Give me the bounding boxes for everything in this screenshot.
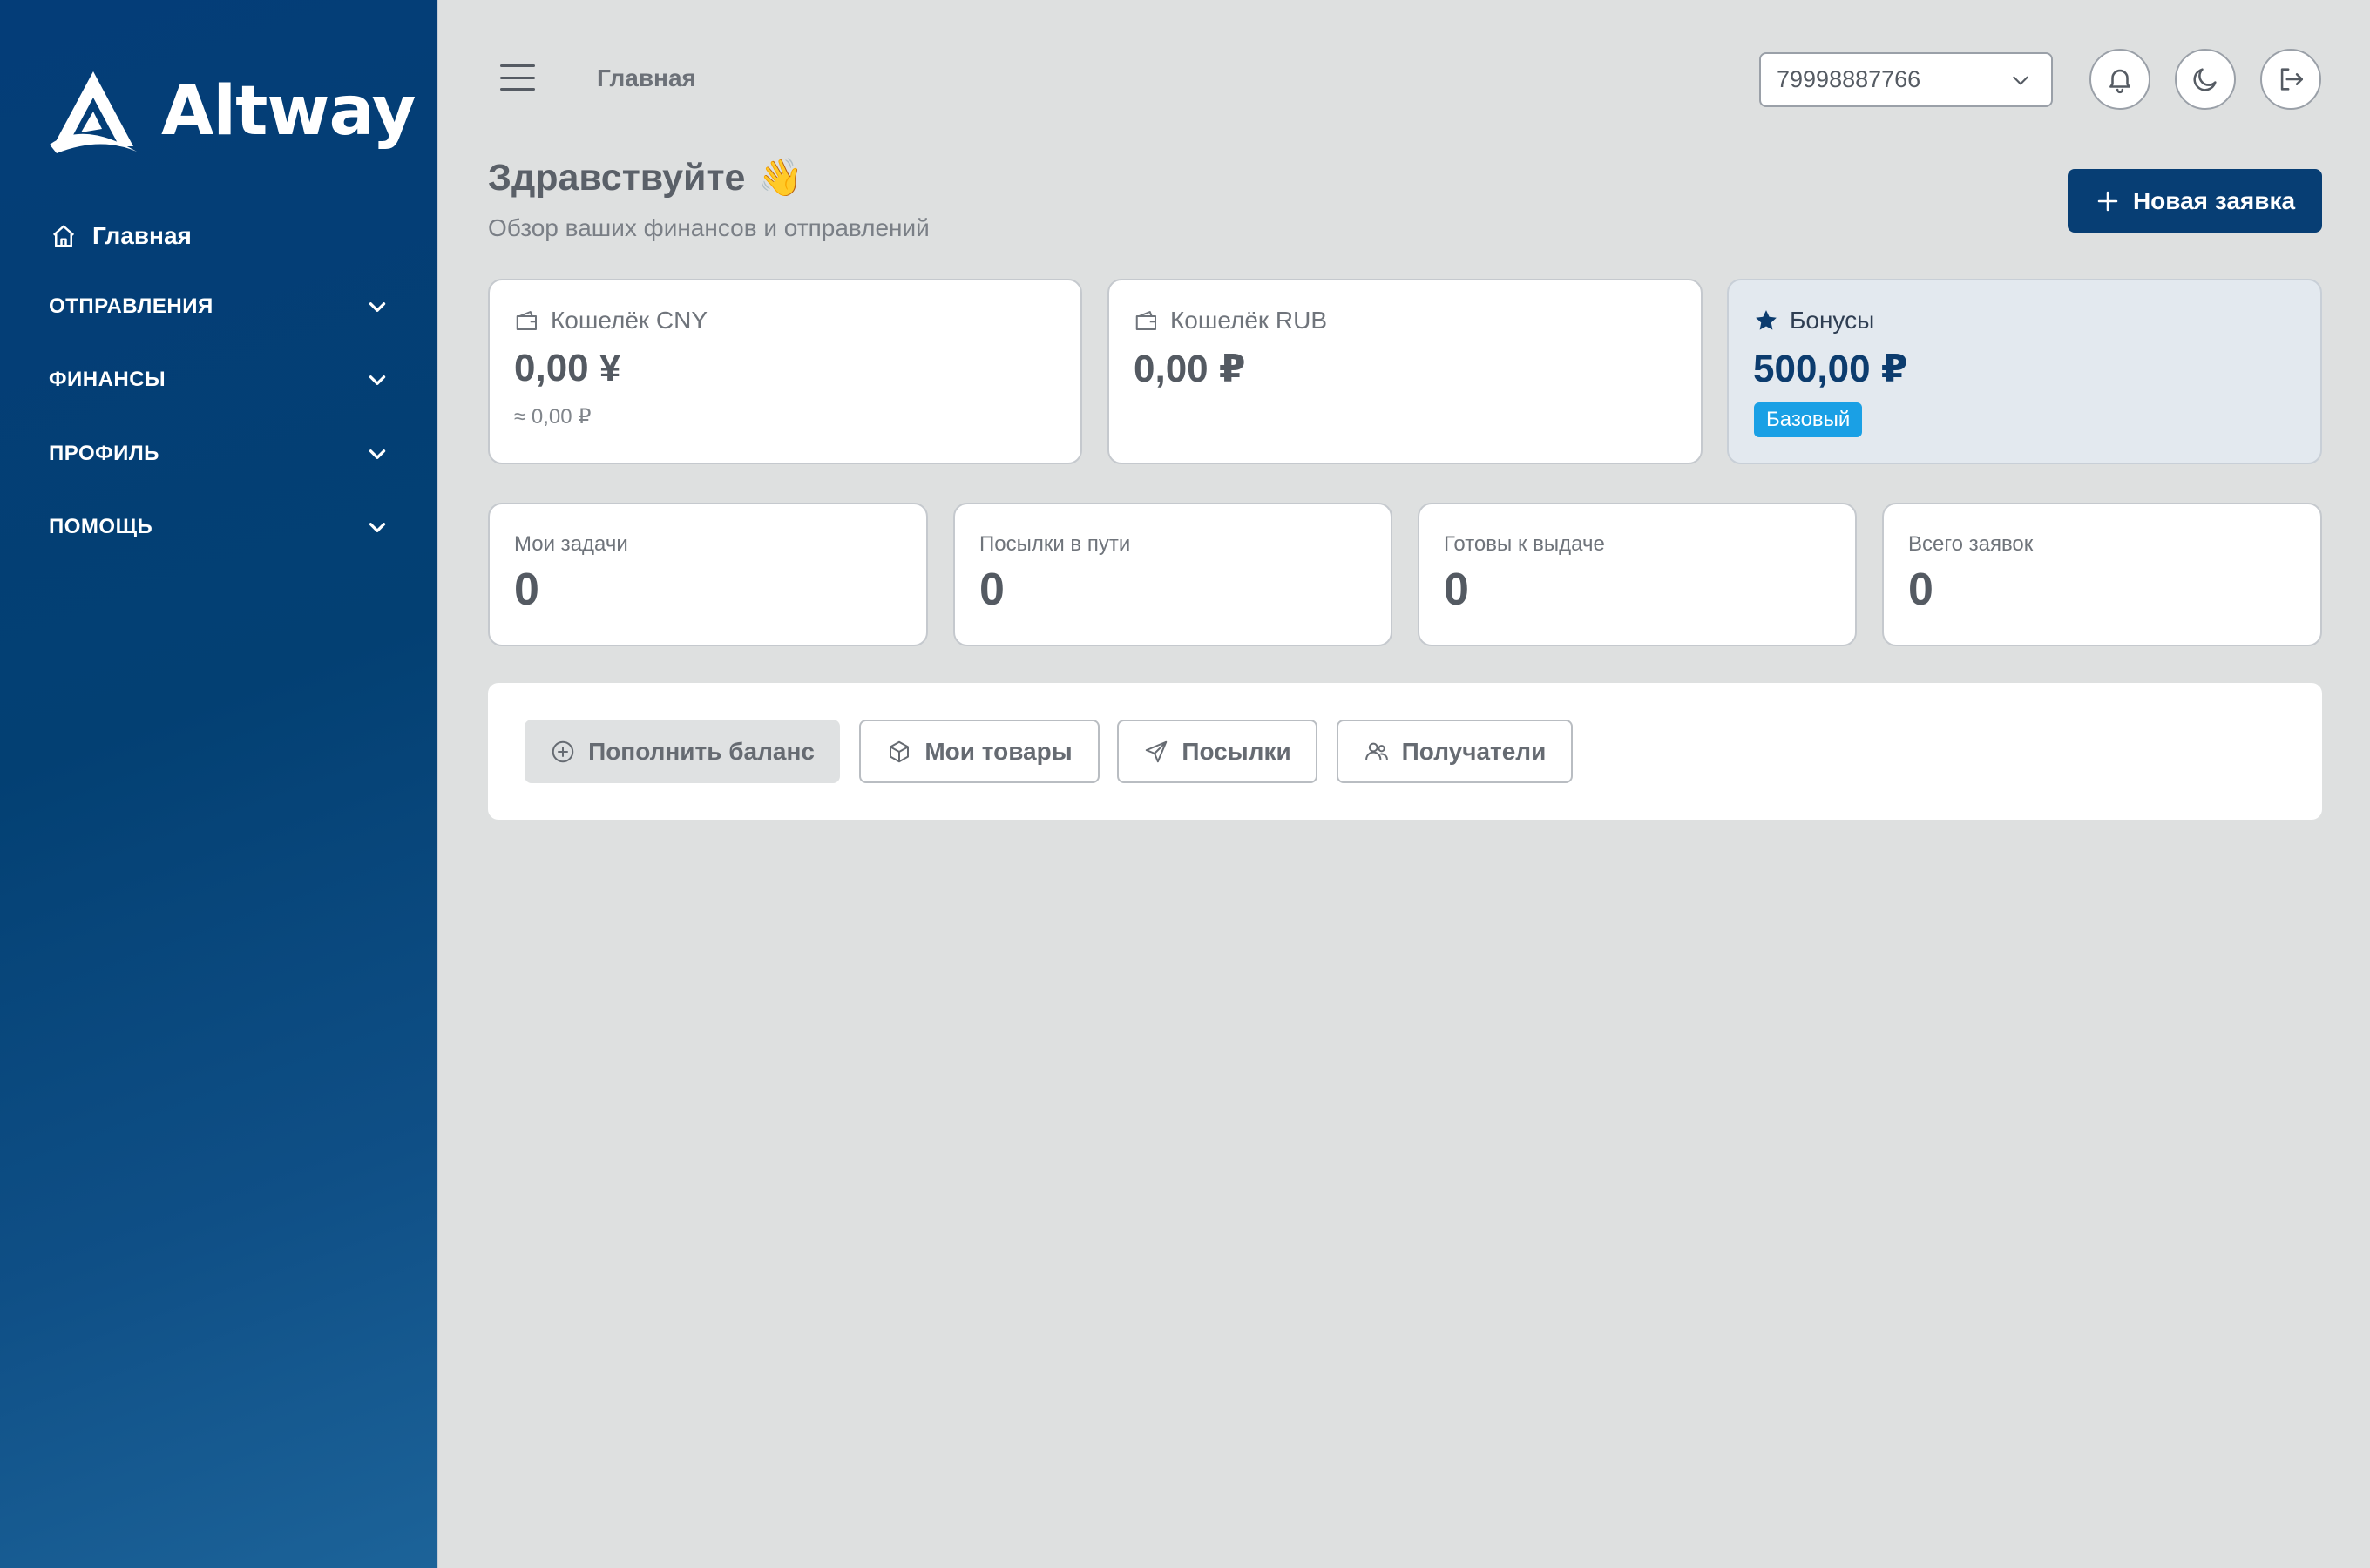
bonus-title-text: Бонусы <box>1790 307 1875 334</box>
action-label: Посылки <box>1182 737 1291 765</box>
plus-circle-icon <box>552 740 574 762</box>
sidebar: Altway Главная ОТПРАВЛЕНИЯ ФИНАНСЫ ПРОФИ… <box>0 0 438 1568</box>
new-request-label: Новая заявка <box>2132 186 2296 214</box>
wallet-converted-balance: ≈ 0,00 ₽ <box>514 405 592 429</box>
logout-button[interactable] <box>2260 49 2321 110</box>
bonus-title: Бонусы <box>1753 307 1874 335</box>
moon-icon <box>2193 68 2217 91</box>
stat-card-in-transit: Посылки в пути 0 <box>953 503 1392 646</box>
wallet-card-cny: Кошелёк CNY 0,00 ¥ ≈ 0,00 ₽ <box>488 279 1082 464</box>
stat-value: 0 <box>979 564 1005 615</box>
logout-icon <box>2280 68 2304 91</box>
wallet-card-rub: Кошелёк RUB 0,00 ₽ <box>1107 279 1703 464</box>
bonus-card: Бонусы 500,00 ₽ Базовый <box>1727 279 2322 464</box>
sidebar-section-profile[interactable]: ПРОФИЛЬ <box>49 442 389 466</box>
stat-card-ready: Готовы к выдаче 0 <box>1418 503 1857 646</box>
chevron-down-icon <box>369 449 386 459</box>
bell-icon <box>2109 69 2130 94</box>
hamburger-line <box>500 88 535 91</box>
plus-icon <box>2097 191 2118 211</box>
sidebar-section-shipments[interactable]: ОТПРАВЛЕНИЯ <box>49 294 389 319</box>
sidebar-item-label: Главная <box>92 222 192 249</box>
account-select-value: 79998887766 <box>1777 66 1921 92</box>
wallet-icon <box>516 311 537 330</box>
my-goods-button[interactable]: Мои товары <box>859 720 1100 783</box>
stat-value: 0 <box>1444 564 1469 615</box>
wallet-icon <box>1135 311 1156 330</box>
bonus-balance: 500,00 ₽ <box>1753 348 1908 390</box>
sidebar-section-label: ФИНАНСЫ <box>49 368 166 391</box>
quick-actions-panel: Пополнить баланс Мои товары Посылки Полу… <box>488 683 2322 820</box>
brand-logo[interactable]: Altway <box>48 68 416 155</box>
sidebar-section-label: ОТПРАВЛЕНИЯ <box>49 294 213 318</box>
sidebar-section-help[interactable]: ПОМОЩЬ <box>49 515 389 539</box>
stat-value: 0 <box>1908 564 1933 615</box>
page-subtitle: Обзор ваших финансов и отправлений <box>488 214 930 241</box>
top-up-balance-button[interactable]: Пополнить баланс <box>525 720 840 783</box>
waving-hand-icon: 👋 <box>757 157 803 198</box>
wallet-balance: 0,00 ¥ <box>514 347 621 389</box>
sidebar-section-label: ПОМОЩЬ <box>49 515 153 538</box>
recipients-button[interactable]: Получатели <box>1337 720 1573 783</box>
sidebar-item-home[interactable]: Главная <box>51 222 192 250</box>
action-label: Получатели <box>1401 737 1547 765</box>
box-icon <box>890 740 910 762</box>
home-icon <box>52 225 75 247</box>
greeting-text: Здравствуйте <box>488 157 746 199</box>
stat-label: Готовы к выдаче <box>1444 532 1605 556</box>
hamburger-line <box>500 76 535 79</box>
altway-logo-icon <box>50 71 137 153</box>
stat-label: Всего заявок <box>1908 532 2034 556</box>
wallet-title: Кошелёк CNY <box>514 307 708 335</box>
hamburger-line <box>500 64 535 67</box>
action-label: Мои товары <box>924 737 1073 765</box>
action-label: Пополнить баланс <box>588 737 815 765</box>
notifications-button[interactable] <box>2089 49 2150 110</box>
stat-value: 0 <box>514 564 539 615</box>
stat-label: Посылки в пути <box>979 532 1131 556</box>
sidebar-section-label: ПРОФИЛЬ <box>49 442 159 465</box>
sidebar-section-finances[interactable]: ФИНАНСЫ <box>49 368 389 392</box>
users-icon <box>1364 742 1388 760</box>
new-request-button[interactable]: Новая заявка <box>2068 169 2322 233</box>
stat-card-total: Всего заявок 0 <box>1882 503 2322 646</box>
wallet-title-text: Кошелёк RUB <box>1170 307 1328 334</box>
wallet-title: Кошелёк RUB <box>1134 307 1327 335</box>
send-icon <box>1146 740 1168 762</box>
menu-toggle-button[interactable] <box>500 64 535 91</box>
chevron-down-icon <box>369 523 386 532</box>
star-icon <box>1756 310 1777 330</box>
stat-label: Мои задачи <box>514 532 628 556</box>
theme-toggle-button[interactable] <box>2175 49 2236 110</box>
parcels-button[interactable]: Посылки <box>1117 720 1317 783</box>
wallet-balance: 0,00 ₽ <box>1134 348 1246 390</box>
account-select[interactable]: 79998887766 <box>1759 52 2053 107</box>
chevron-down-icon <box>2013 76 2028 84</box>
breadcrumb: Главная <box>597 64 696 91</box>
bonus-level-badge: Базовый <box>1754 402 1863 437</box>
brand-name: Altway <box>161 72 416 151</box>
chevron-down-icon <box>369 375 386 385</box>
stat-card-tasks: Мои задачи 0 <box>488 503 928 646</box>
chevron-down-icon <box>369 302 386 312</box>
page-title: Здравствуйте 👋 <box>488 157 803 199</box>
wallet-title-text: Кошелёк CNY <box>551 307 708 334</box>
